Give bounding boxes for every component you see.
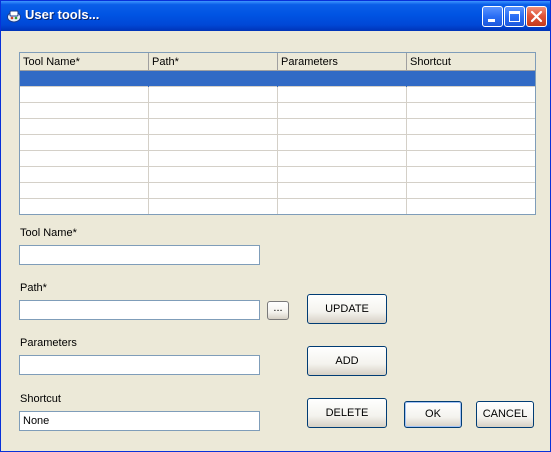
table-row[interactable] <box>20 183 535 199</box>
minimize-icon <box>488 19 495 22</box>
table-cell[interactable] <box>149 119 278 135</box>
table-cell[interactable] <box>20 87 149 103</box>
cancel-button-label: CANCEL <box>482 408 528 420</box>
grid-header: Tool Name* Path* Parameters Shortcut <box>20 53 535 71</box>
ok-button-label: OK <box>425 408 441 420</box>
table-cell[interactable] <box>278 87 407 103</box>
title-bar[interactable]: User tools... <box>1 1 550 31</box>
table-cell[interactable] <box>407 199 535 214</box>
table-cell[interactable] <box>278 103 407 119</box>
table-row[interactable] <box>20 135 535 151</box>
table-cell[interactable] <box>149 71 278 87</box>
table-cell[interactable] <box>20 167 149 183</box>
table-cell[interactable] <box>149 135 278 151</box>
path-field[interactable] <box>19 300 260 320</box>
table-cell[interactable] <box>20 135 149 151</box>
table-cell[interactable] <box>20 183 149 199</box>
table-cell[interactable] <box>20 71 149 87</box>
table-cell[interactable] <box>149 103 278 119</box>
browse-label: ... <box>273 302 283 314</box>
cancel-button[interactable]: CANCEL <box>476 401 534 428</box>
minimize-button[interactable] <box>482 6 503 27</box>
table-cell[interactable] <box>20 103 149 119</box>
tool-name-label: Tool Name* <box>20 227 77 239</box>
table-cell[interactable] <box>149 183 278 199</box>
delete-button[interactable]: DELETE <box>307 398 387 428</box>
window-title: User tools... <box>25 7 100 22</box>
table-cell[interactable] <box>149 199 278 214</box>
table-cell[interactable] <box>278 135 407 151</box>
table-cell[interactable] <box>20 199 149 214</box>
maximize-icon <box>509 11 520 22</box>
table-cell[interactable] <box>149 151 278 167</box>
table-cell[interactable] <box>407 135 535 151</box>
table-cell[interactable] <box>278 71 407 87</box>
shortcut-field[interactable]: None <box>19 411 260 431</box>
table-row[interactable] <box>20 199 535 214</box>
table-cell[interactable] <box>149 87 278 103</box>
table-cell[interactable] <box>407 183 535 199</box>
table-cell[interactable] <box>407 103 535 119</box>
ok-button[interactable]: OK <box>404 401 462 428</box>
user-tools-dialog: User tools... Tool Name* Path* Parameter… <box>0 0 551 452</box>
path-label: Path* <box>20 282 47 294</box>
table-cell[interactable] <box>20 119 149 135</box>
table-cell[interactable] <box>278 183 407 199</box>
table-cell[interactable] <box>278 151 407 167</box>
table-row[interactable] <box>20 71 535 87</box>
parameters-label: Parameters <box>20 337 77 349</box>
shortcut-label: Shortcut <box>20 393 61 405</box>
table-row[interactable] <box>20 167 535 183</box>
add-button[interactable]: ADD <box>307 346 387 376</box>
table-cell[interactable] <box>407 167 535 183</box>
table-cell[interactable] <box>20 151 149 167</box>
table-cell[interactable] <box>149 167 278 183</box>
table-cell[interactable] <box>407 87 535 103</box>
table-cell[interactable] <box>407 71 535 87</box>
table-row[interactable] <box>20 103 535 119</box>
table-cell[interactable] <box>407 151 535 167</box>
table-cell[interactable] <box>278 119 407 135</box>
table-cell[interactable] <box>278 167 407 183</box>
table-row[interactable] <box>20 151 535 167</box>
parameters-field[interactable] <box>19 355 260 375</box>
table-row[interactable] <box>20 87 535 103</box>
column-header-path[interactable]: Path* <box>149 53 278 71</box>
update-button[interactable]: UPDATE <box>307 294 387 324</box>
close-icon <box>530 10 543 23</box>
update-button-label: UPDATE <box>325 303 369 315</box>
tool-name-field[interactable] <box>19 245 260 265</box>
table-cell[interactable] <box>278 199 407 214</box>
column-header-shortcut[interactable]: Shortcut <box>407 53 535 71</box>
app-icon <box>6 8 22 24</box>
column-header-parameters[interactable]: Parameters <box>278 53 407 71</box>
column-header-tool-name[interactable]: Tool Name* <box>20 53 149 71</box>
close-button[interactable] <box>526 6 547 27</box>
table-row[interactable] <box>20 119 535 135</box>
table-cell[interactable] <box>407 119 535 135</box>
browse-path-button[interactable]: ... <box>267 301 289 320</box>
maximize-button[interactable] <box>504 6 525 27</box>
tools-grid[interactable]: Tool Name* Path* Parameters Shortcut <box>19 52 536 215</box>
delete-button-label: DELETE <box>325 407 369 419</box>
add-button-label: ADD <box>335 355 359 367</box>
